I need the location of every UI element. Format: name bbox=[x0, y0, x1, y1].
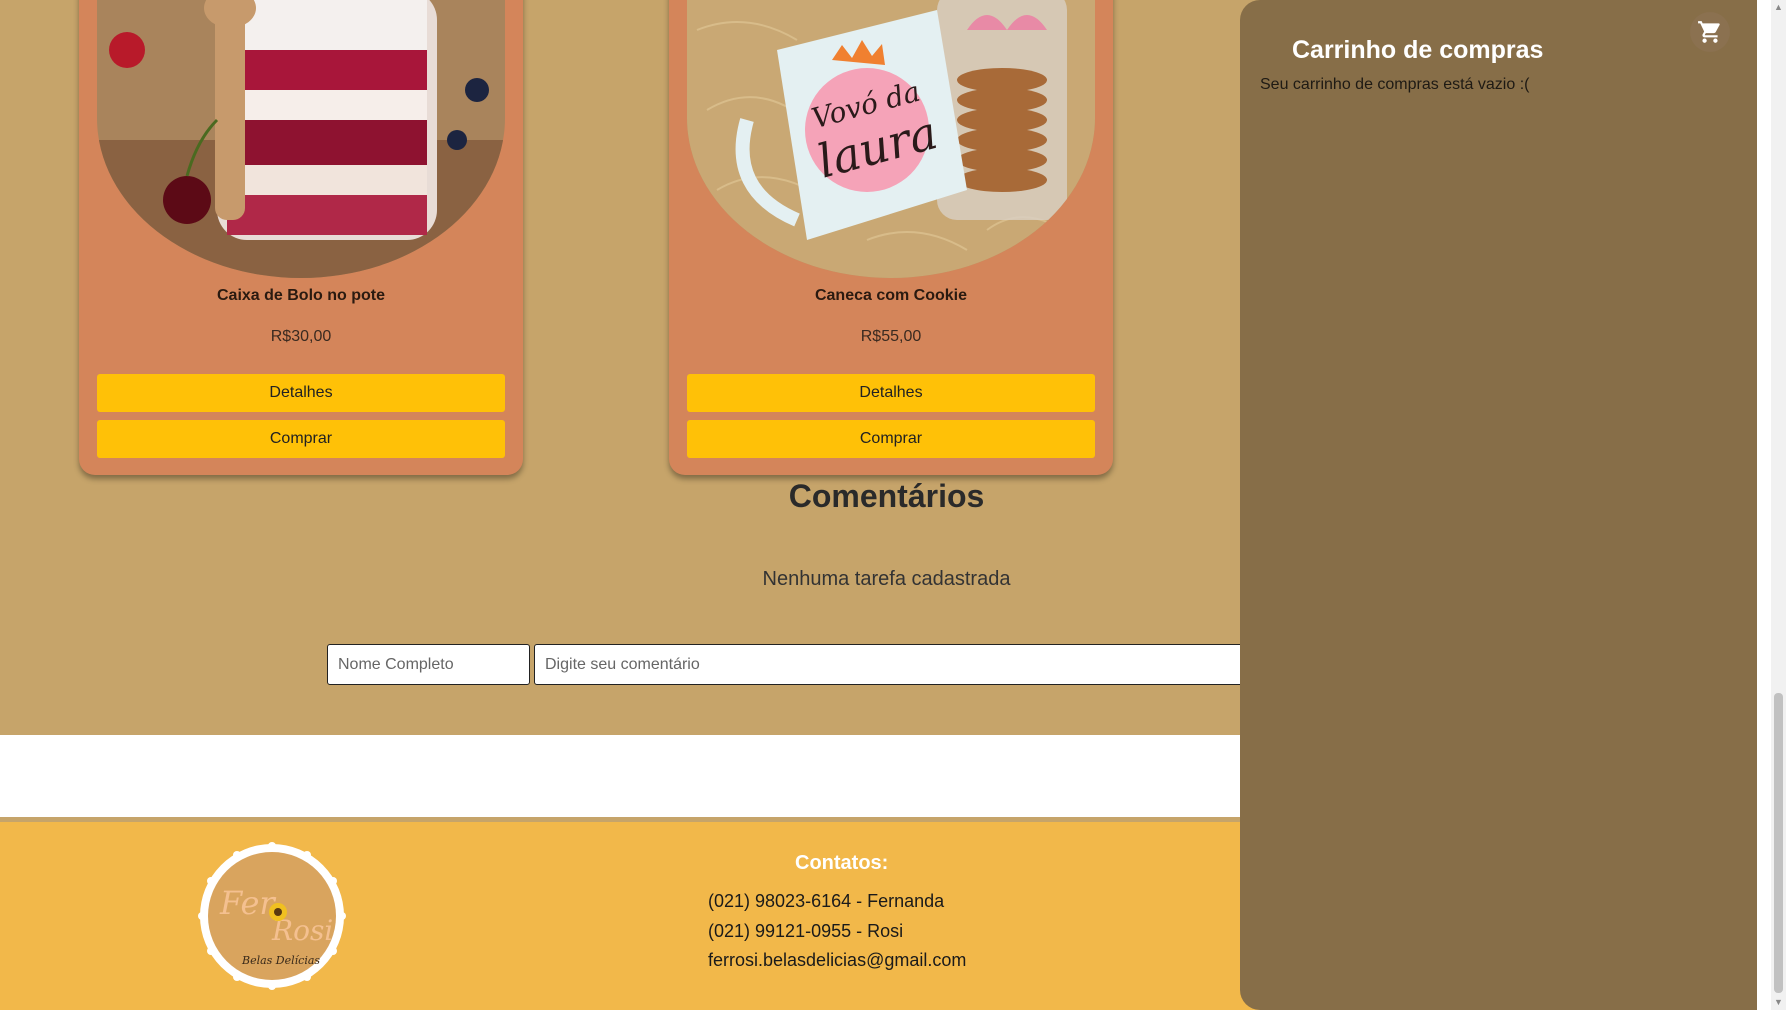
page: Caixa de Bolo no pote R$30,00 Detalhes C… bbox=[0, 0, 1786, 1010]
buy-button[interactable]: Comprar bbox=[687, 420, 1095, 458]
logo: Fer Rosi Belas Delícias bbox=[198, 842, 346, 990]
product-price: R$55,00 bbox=[860, 328, 922, 345]
product-title: Caneca com Cookie bbox=[814, 287, 968, 304]
scroll-down-icon[interactable]: ▼ bbox=[1774, 997, 1783, 1007]
details-button[interactable]: Detalhes bbox=[687, 374, 1095, 412]
buy-button[interactable]: Comprar bbox=[97, 420, 505, 458]
comment-input[interactable]: Digite seu comentário bbox=[534, 644, 1254, 685]
panel-edge bbox=[1757, 0, 1771, 1010]
contact-phone-rosi: (021) 99121-0955 - Rosi bbox=[708, 921, 904, 941]
details-button[interactable]: Detalhes bbox=[97, 374, 505, 412]
product-card: Caixa de Bolo no pote R$30,00 Detalhes C… bbox=[79, 0, 523, 475]
product-image-mug-cookie[interactable]: Vovó da laura bbox=[687, 0, 1095, 278]
cart-empty-message: Seu carrinho de compras está vazio :( bbox=[1260, 76, 1530, 93]
scrollbar[interactable]: ▲ ▼ bbox=[1771, 0, 1786, 1010]
shopping-cart-icon[interactable] bbox=[1690, 12, 1730, 52]
product-title: Caixa de Bolo no pote bbox=[216, 287, 385, 304]
scroll-up-icon[interactable]: ▲ bbox=[1774, 2, 1783, 12]
name-input[interactable]: Nome Completo bbox=[327, 644, 530, 685]
scroll-thumb[interactable] bbox=[1774, 693, 1783, 993]
cart-panel: Carrinho de compras Seu carrinho de comp… bbox=[1240, 0, 1757, 1010]
contact-phone-fernanda: (021) 98023-6164 - Fernanda bbox=[708, 891, 945, 911]
contact-email: ferrosi.belasdelicias@gmail.com bbox=[708, 950, 967, 970]
cart-title: Carrinho de compras bbox=[1292, 36, 1544, 64]
product-image-cake-jar[interactable] bbox=[97, 0, 505, 278]
product-price: R$30,00 bbox=[270, 328, 332, 345]
svg-text:Fer: Fer bbox=[219, 884, 276, 922]
svg-text:Belas Delícias: Belas Delícias bbox=[241, 954, 320, 967]
product-card: Vovó da laura Caneca com Cookie R$55,00 … bbox=[669, 0, 1113, 475]
contacts-title: Contatos: bbox=[795, 852, 889, 874]
